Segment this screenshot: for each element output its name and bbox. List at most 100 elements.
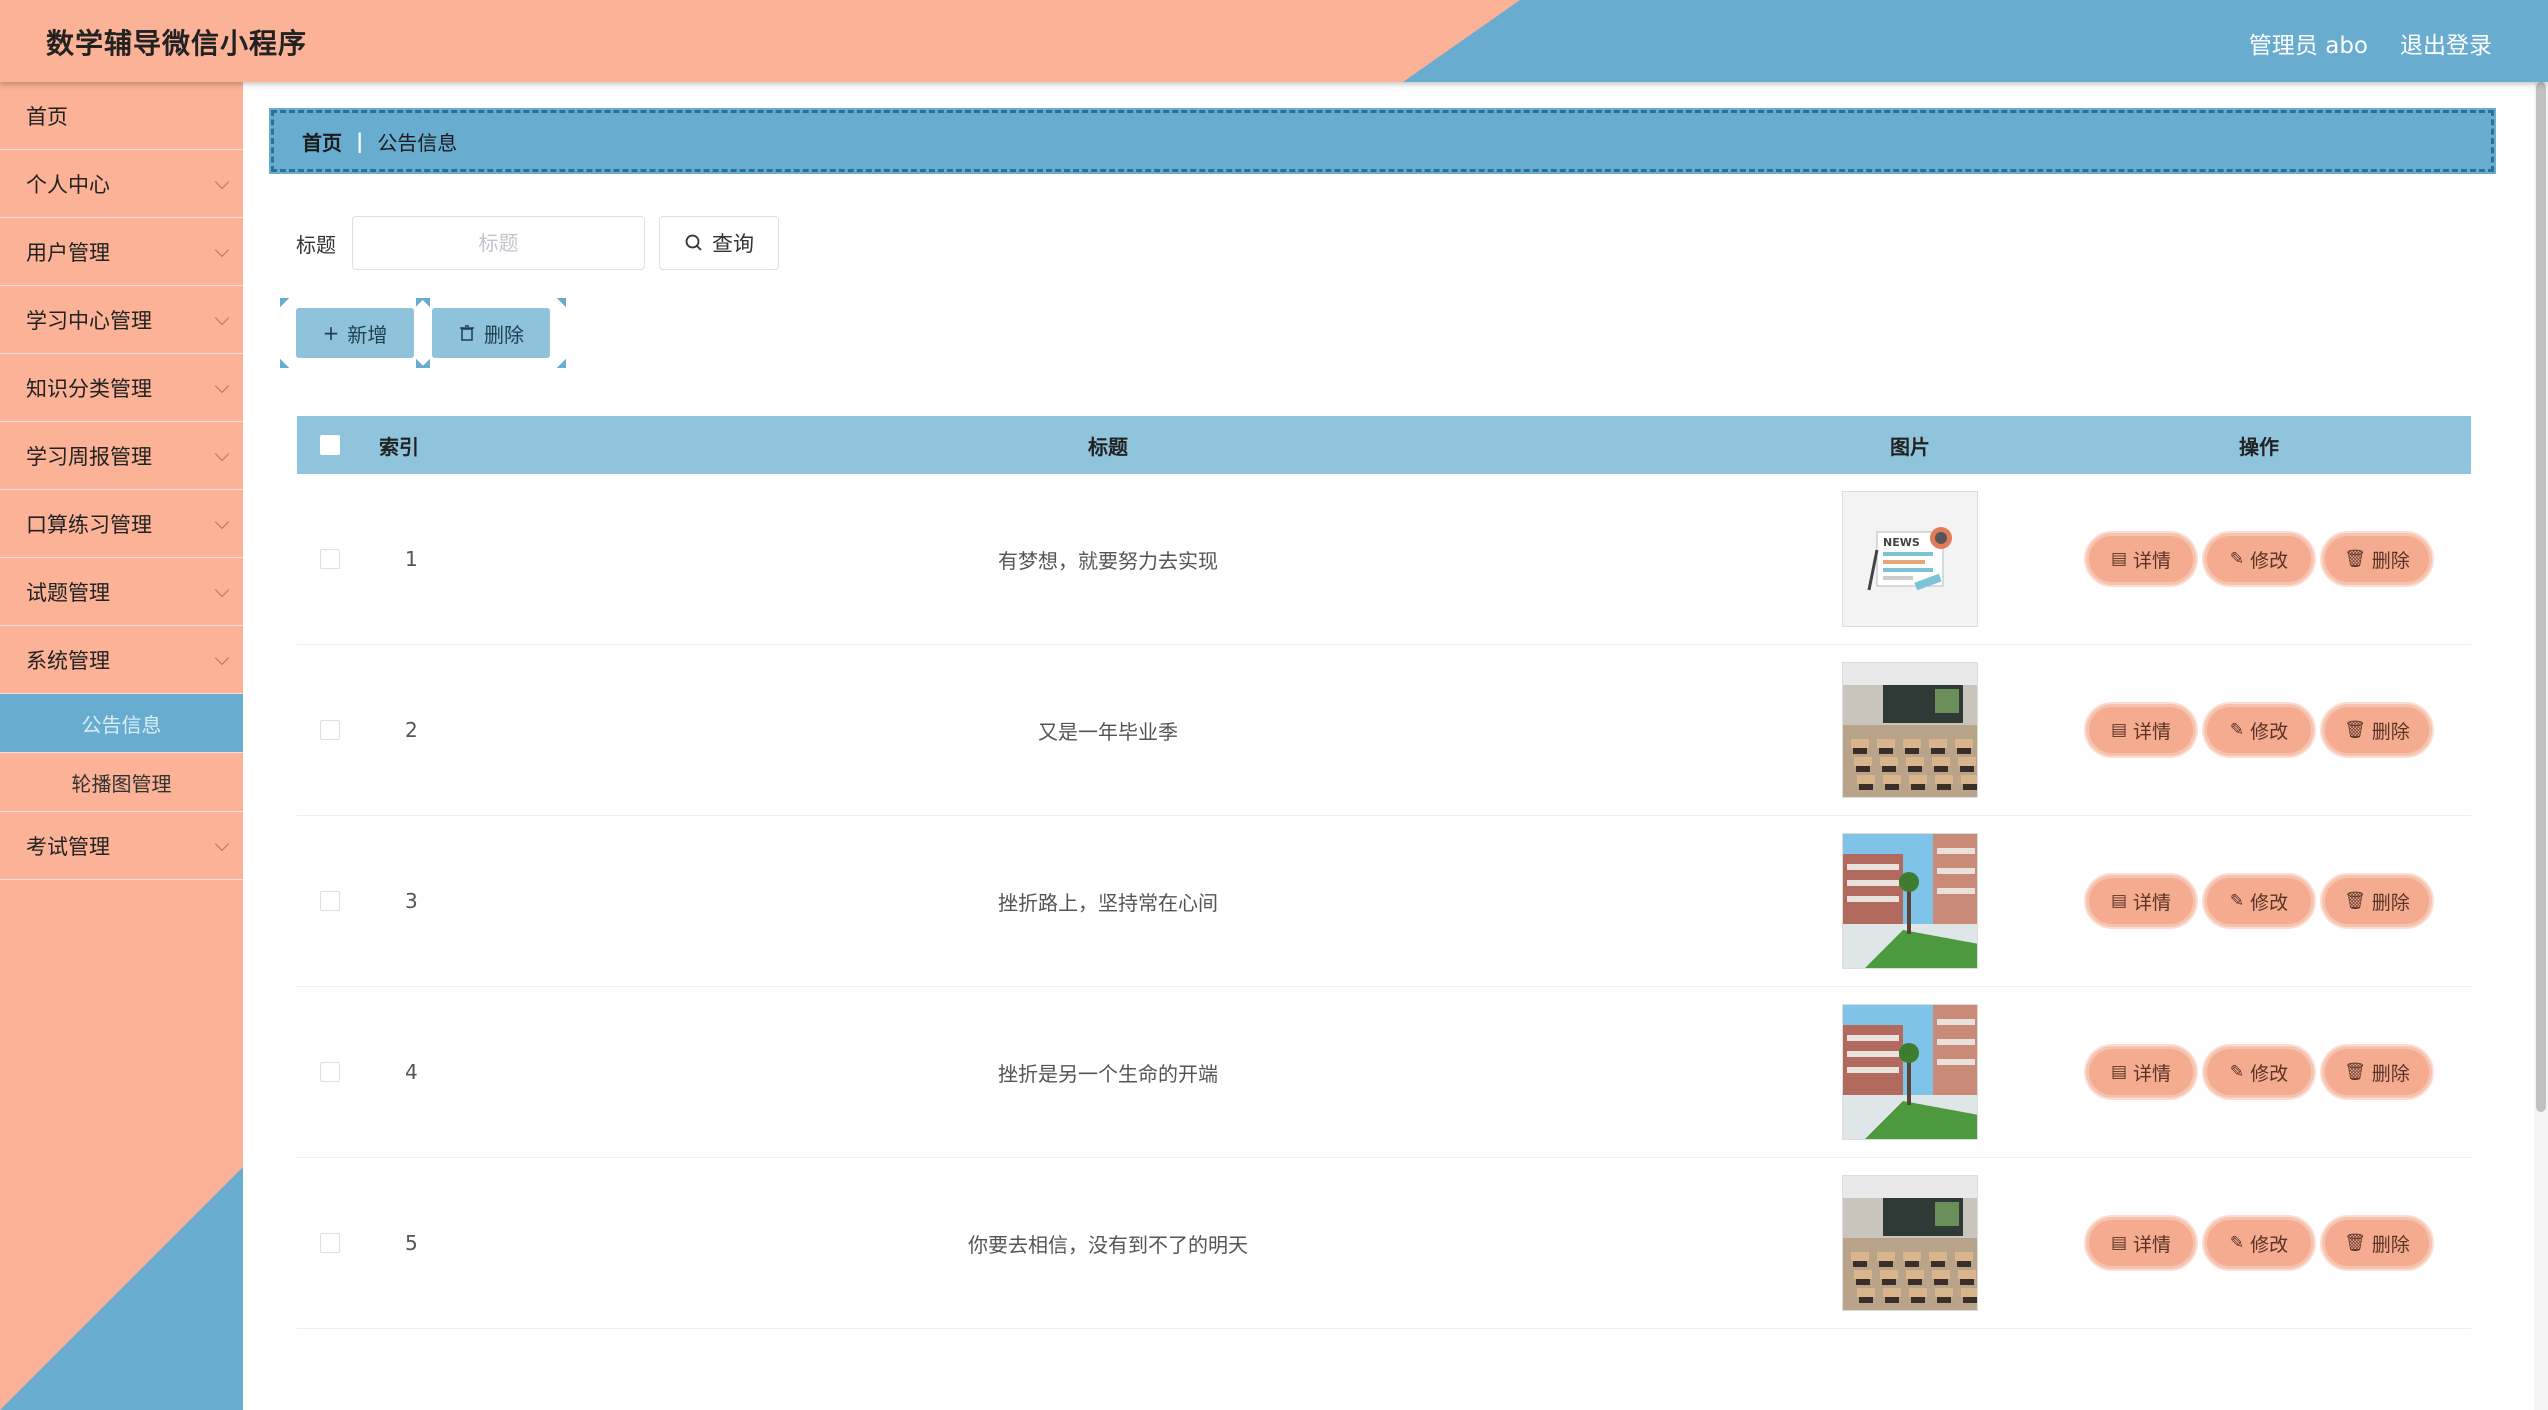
sidebar-item-label: 学习中心管理 (26, 308, 152, 333)
select-all-checkbox[interactable] (320, 435, 340, 455)
row-checkbox[interactable] (320, 549, 340, 569)
table-row: 4 挫折是另一个生命的开端 ▤ 详情 ✎ 修改 🗑 删除 (297, 987, 2471, 1158)
delete-button[interactable]: 🗑 删除 (2325, 536, 2429, 582)
chevron-down-icon (214, 582, 230, 598)
edit-button[interactable]: ✎ 修改 (2207, 878, 2311, 924)
app-title: 数学辅导微信小程序 (46, 27, 308, 60)
edit-button[interactable]: ✎ 修改 (2207, 1220, 2311, 1266)
table-header: 索引 标题 图片 操作 (297, 416, 2471, 474)
batch-delete-button[interactable]: 删除 (416, 298, 550, 368)
sidebar-item-7[interactable]: 试题管理 (0, 558, 243, 626)
table-row: 5 你要去相信，没有到不了的明天 ▤ 详情 ✎ 修改 🗑 删除 (297, 1158, 2471, 1329)
row-checkbox[interactable] (320, 1062, 340, 1082)
edit-button[interactable]: ✎ 修改 (2207, 707, 2311, 753)
edit-label: 修改 (2250, 720, 2289, 743)
breadcrumb-home[interactable]: 首页 (302, 127, 342, 156)
sidebar-item-1[interactable]: 个人中心 (0, 150, 243, 218)
row-index: 4 (405, 1060, 418, 1084)
title-search-input[interactable] (352, 216, 645, 270)
delete-button[interactable]: 🗑 删除 (2325, 878, 2429, 924)
sidebar-item-6[interactable]: 口算练习管理 (0, 490, 243, 558)
sidebar-item-label: 个人中心 (26, 172, 110, 197)
breadcrumb: 首页 | 公告信息 (269, 108, 2496, 174)
row-title: 又是一年毕业季 (1038, 719, 1178, 744)
svg-text:NEWS: NEWS (1883, 536, 1920, 549)
logout-link[interactable]: 退出登录 (2400, 26, 2492, 60)
sidebar-item-3[interactable]: 学习中心管理 (0, 286, 243, 354)
document-icon: ▤ (2110, 549, 2128, 569)
breadcrumb-current: 公告信息 (377, 130, 458, 155)
sidebar-item-label: 口算练习管理 (26, 512, 152, 537)
detail-button[interactable]: ▤ 详情 (2089, 1220, 2193, 1266)
trash-icon: 🗑 (2344, 1233, 2366, 1253)
edit-pencil-icon: ✎ (2229, 720, 2245, 740)
detail-button[interactable]: ▤ 详情 (2089, 536, 2193, 582)
detail-label: 详情 (2133, 1233, 2172, 1256)
header-picture: 图片 (1890, 434, 1930, 459)
edit-label: 修改 (2250, 891, 2289, 914)
table-row: 2 又是一年毕业季 ▤ 详情 ✎ 修改 🗑 删除 (297, 645, 2471, 816)
delete-button[interactable]: 🗑 删除 (2325, 1220, 2429, 1266)
row-picture[interactable] (1842, 662, 1978, 798)
chevron-down-icon (214, 378, 230, 394)
row-checkbox[interactable] (320, 1233, 340, 1253)
row-title: 挫折是另一个生命的开端 (998, 1061, 1218, 1086)
sidebar-corner-decoration (0, 1167, 243, 1410)
plus-icon: + (322, 321, 340, 345)
delete-button[interactable]: 🗑 删除 (2325, 707, 2429, 753)
header-index: 索引 (379, 434, 419, 459)
sidebar-item-exam[interactable]: 考试管理 (0, 812, 243, 880)
edit-button[interactable]: ✎ 修改 (2207, 536, 2311, 582)
row-title: 你要去相信，没有到不了的明天 (968, 1232, 1248, 1257)
sidebar-item-label: 系统管理 (26, 648, 110, 673)
delete-label: 删除 (2371, 1233, 2410, 1256)
document-icon: ▤ (2110, 1233, 2128, 1253)
sidebar-item-label: 试题管理 (26, 580, 110, 605)
delete-label: 删除 (2371, 549, 2410, 572)
row-checkbox[interactable] (320, 720, 340, 740)
sidebar-item-4[interactable]: 知识分类管理 (0, 354, 243, 422)
sidebar-menu: 首页个人中心用户管理学习中心管理 知识分类管理学习周报管理口算练习管理 试题管理系统… (0, 82, 243, 880)
sidebar-item-label: 用户管理 (26, 240, 110, 265)
row-picture[interactable] (1842, 833, 1978, 969)
sidebar-subitem-0[interactable]: 公告信息 (0, 694, 243, 753)
row-checkbox[interactable] (320, 891, 340, 911)
detail-button[interactable]: ▤ 详情 (2089, 707, 2193, 753)
document-icon: ▤ (2110, 720, 2128, 740)
current-user: 管理员 abo (2248, 33, 2368, 59)
add-button[interactable]: + 新增 (280, 298, 414, 368)
sidebar: 首页个人中心用户管理学习中心管理 知识分类管理学习周报管理口算练习管理 试题管理系统… (0, 82, 243, 1410)
delete-label: 删除 (2371, 891, 2410, 914)
row-picture[interactable] (1842, 1175, 1978, 1311)
sidebar-item-label: 知识分类管理 (26, 376, 152, 401)
header-ops: 操作 (2239, 434, 2279, 459)
document-icon: ▤ (2110, 891, 2128, 911)
delete-label: 删除 (2371, 720, 2410, 743)
sidebar-item-0[interactable]: 首页 (0, 82, 243, 150)
toolbar: + 新增 删除 (280, 298, 550, 368)
row-picture[interactable]: NEWS (1842, 491, 1978, 627)
detail-button[interactable]: ▤ 详情 (2089, 1049, 2193, 1095)
sidebar-item-8[interactable]: 系统管理 (0, 626, 243, 694)
row-picture[interactable] (1842, 1004, 1978, 1140)
row-title: 挫折路上，坚持常在心间 (998, 890, 1218, 915)
trash-icon: 🗑 (2344, 549, 2366, 569)
search-label: 标题 (296, 232, 336, 257)
edit-pencil-icon: ✎ (2229, 1233, 2245, 1253)
query-button-label: 查询 (712, 232, 754, 256)
sidebar-item-5[interactable]: 学习周报管理 (0, 422, 243, 490)
sidebar-item-2[interactable]: 用户管理 (0, 218, 243, 286)
chevron-down-icon (214, 836, 230, 852)
trash-icon: 🗑 (2344, 720, 2366, 740)
page-scrollbar[interactable] (2534, 82, 2548, 1410)
row-title: 有梦想，就要努力去实现 (998, 548, 1218, 573)
scrollbar-thumb[interactable] (2536, 82, 2546, 1112)
delete-button[interactable]: 🗑 删除 (2325, 1049, 2429, 1095)
detail-button[interactable]: ▤ 详情 (2089, 878, 2193, 924)
document-icon: ▤ (2110, 1062, 2128, 1082)
query-button[interactable]: 查询 (659, 216, 779, 270)
chevron-down-icon (214, 174, 230, 190)
edit-label: 修改 (2250, 1233, 2289, 1256)
sidebar-subitem-1[interactable]: 轮播图管理 (0, 753, 243, 812)
edit-button[interactable]: ✎ 修改 (2207, 1049, 2311, 1095)
